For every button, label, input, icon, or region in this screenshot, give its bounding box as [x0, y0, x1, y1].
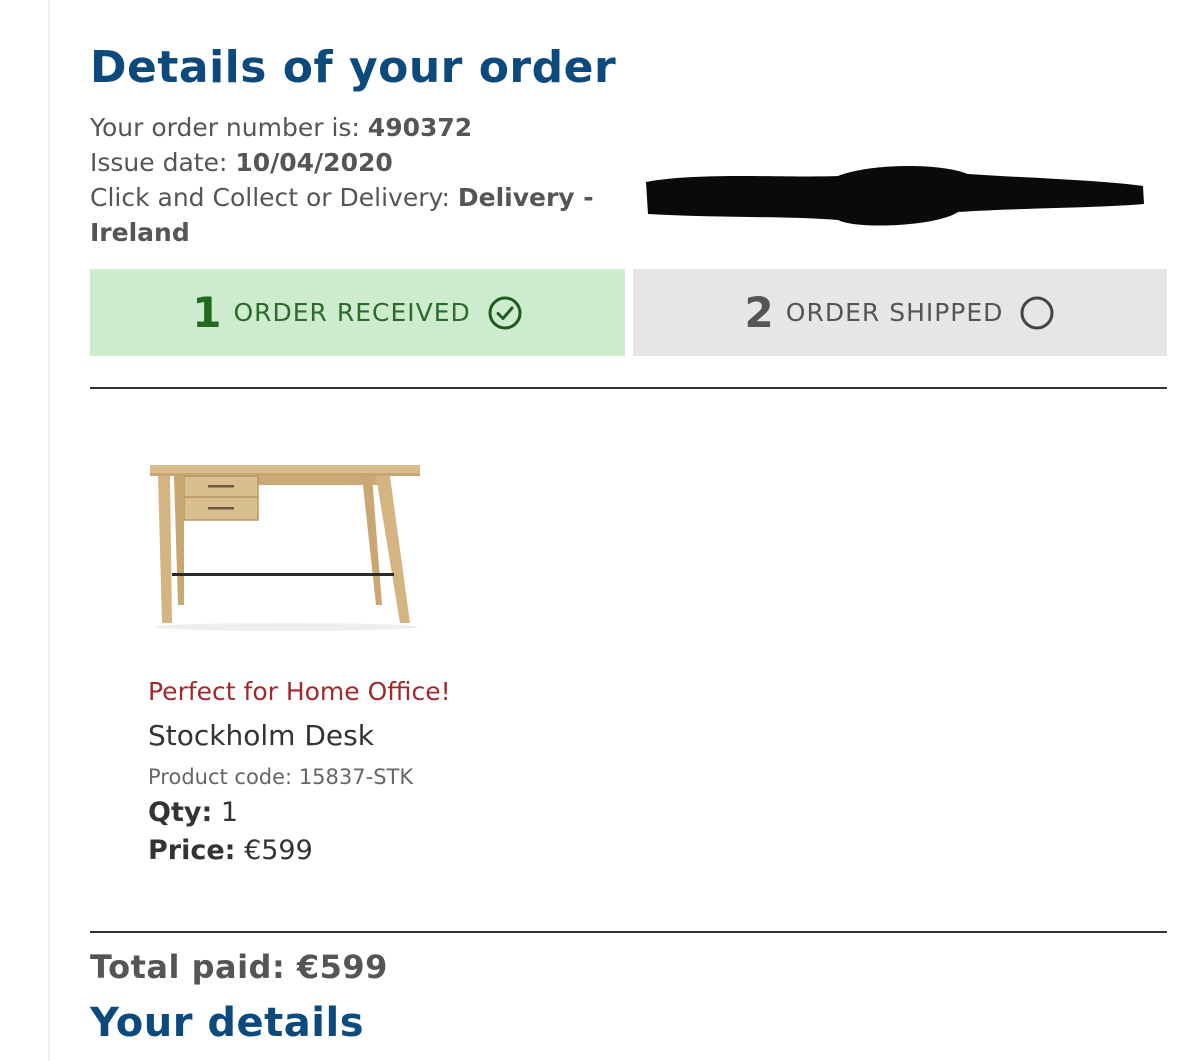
total-paid: Total paid: €599: [90, 948, 388, 986]
divider: [90, 931, 1167, 933]
price-value: €599: [244, 835, 313, 866]
empty-circle-icon: [1020, 296, 1054, 329]
step-order-shipped: 2 ORDER SHIPPED: [633, 269, 1167, 356]
step-order-received: 1 ORDER RECEIVED: [90, 269, 625, 356]
page-title: Details of your order: [90, 42, 617, 93]
your-details-heading: Your details: [90, 1000, 365, 1046]
product-promo: Perfect for Home Office!: [148, 677, 451, 706]
issue-date-row: Issue date: 10/04/2020: [90, 145, 650, 180]
qty-value: 1: [220, 797, 239, 828]
product-info: Perfect for Home Office! Stockholm Desk …: [148, 672, 748, 870]
step-number: 1: [192, 288, 222, 337]
order-number-label: Your order number is:: [90, 113, 368, 142]
order-progress: 1 ORDER RECEIVED 2 ORDER SHIPPED: [90, 269, 1167, 356]
divider: [90, 387, 1167, 389]
order-meta: Your order number is: 490372 Issue date:…: [90, 110, 650, 250]
order-number-value: 490372: [367, 113, 473, 142]
product-qty: Qty: 1: [148, 794, 748, 832]
product-code-value: 15837-STK: [298, 765, 414, 789]
step-label: ORDER RECEIVED: [233, 298, 471, 327]
price-label: Price:: [148, 835, 236, 866]
product-price: Price: €599: [148, 832, 748, 870]
order-details-page: Details of your order Your order number …: [0, 0, 1200, 1061]
qty-label: Qty:: [148, 797, 213, 828]
order-number-row: Your order number is: 490372: [90, 110, 650, 145]
issue-date-label: Issue date:: [90, 148, 236, 177]
check-circle-icon: [488, 296, 522, 329]
step-number: 2: [744, 288, 774, 337]
redaction-mark: [646, 165, 1144, 226]
issue-date-value: 10/04/2020: [235, 148, 393, 177]
total-value: €599: [296, 948, 388, 986]
left-border: [48, 0, 50, 1061]
step-label: ORDER SHIPPED: [785, 298, 1004, 327]
total-label: Total paid:: [90, 948, 297, 986]
product-name: Stockholm Desk: [148, 719, 374, 752]
delivery-method-label: Click and Collect or Delivery:: [90, 183, 458, 212]
product-code: Product code: 15837-STK: [148, 760, 748, 794]
product-code-label: Product code:: [148, 765, 299, 789]
desk-icon: [150, 465, 420, 631]
delivery-method-row: Click and Collect or Delivery: Delivery …: [90, 180, 650, 250]
